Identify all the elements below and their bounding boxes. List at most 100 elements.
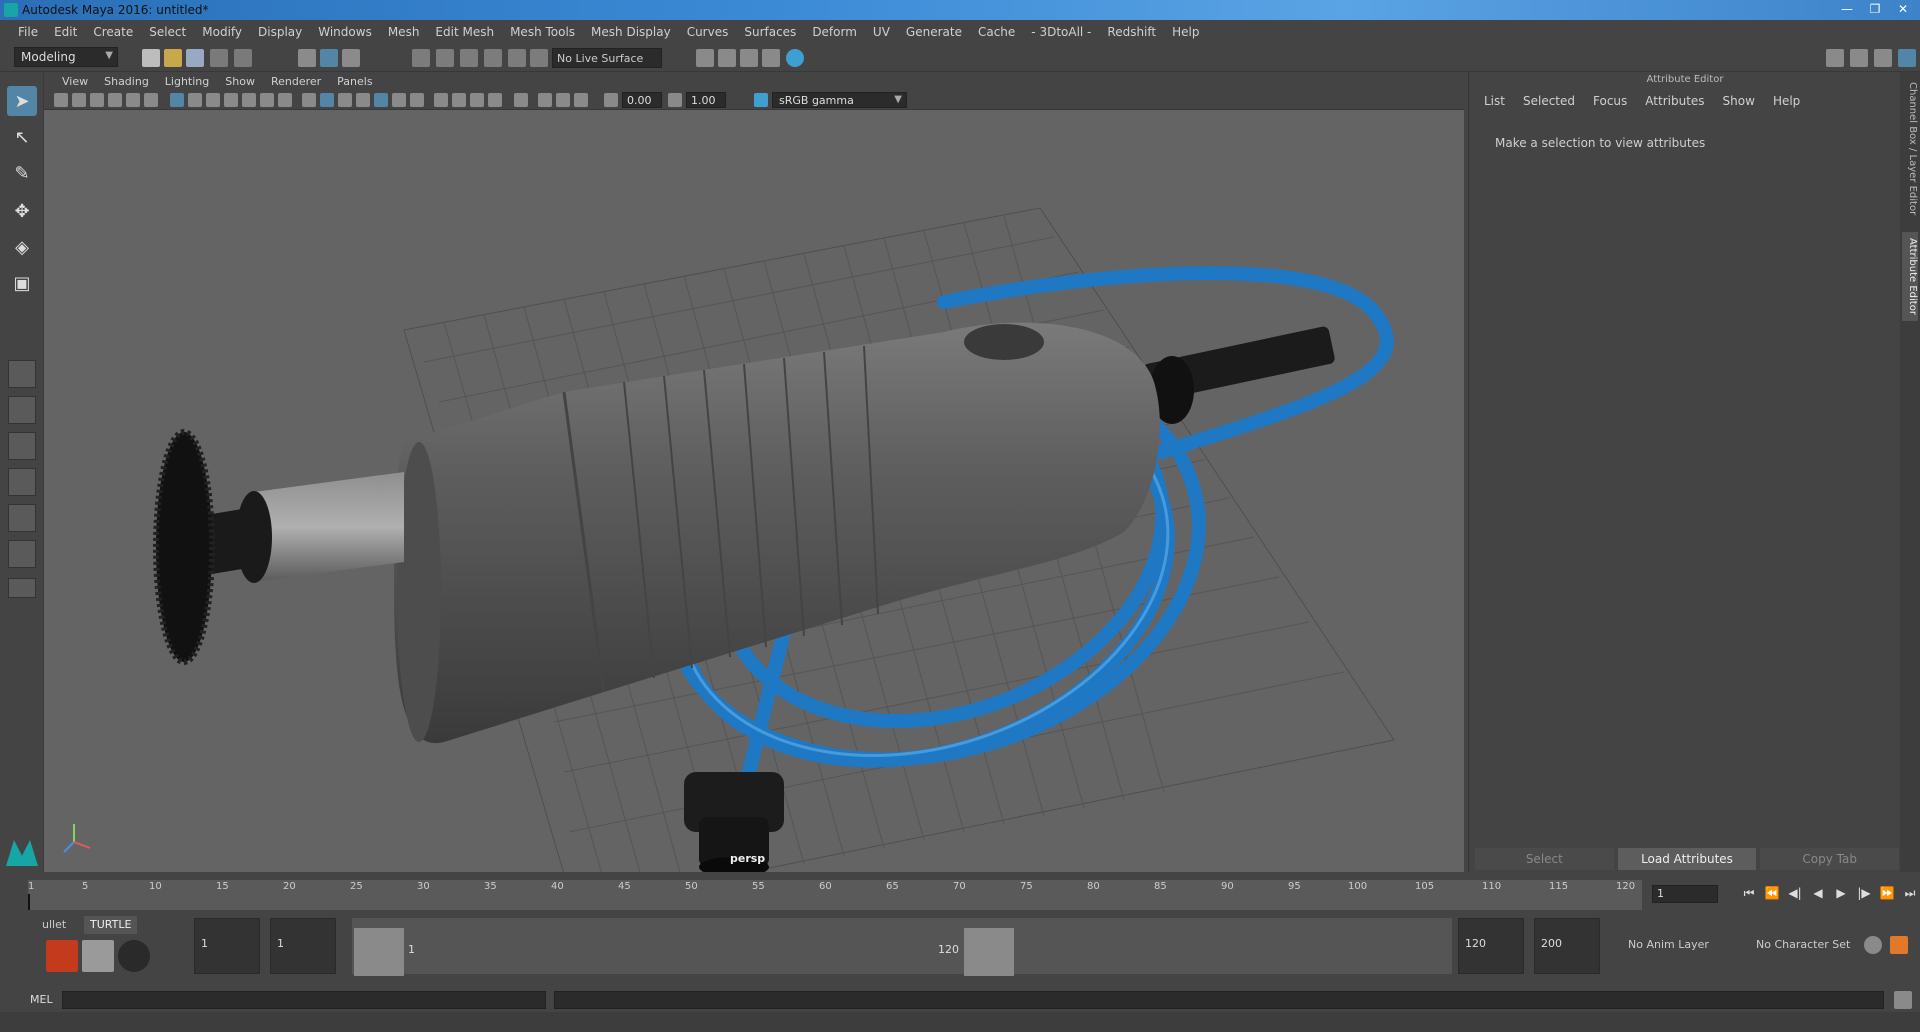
playback-start-field[interactable]: 1 bbox=[270, 918, 336, 974]
wireframe-icon[interactable] bbox=[302, 93, 316, 107]
outliner-icon[interactable] bbox=[1874, 49, 1892, 67]
persp-graph-layout-icon[interactable] bbox=[8, 468, 36, 496]
character-set-dropdown[interactable]: No Character Set bbox=[1750, 918, 1860, 974]
workspace-icon[interactable] bbox=[1826, 49, 1844, 67]
shelf-tab-bullet[interactable]: ullet bbox=[36, 916, 72, 934]
viewport-persp[interactable] bbox=[44, 72, 1464, 872]
motion-blur-icon[interactable] bbox=[470, 93, 484, 107]
menu-mesh-tools[interactable]: Mesh Tools bbox=[502, 25, 583, 39]
four-view-layout-icon[interactable] bbox=[8, 396, 36, 424]
channel-box-tab[interactable]: Channel Box / Layer Editor bbox=[1902, 82, 1918, 215]
turtle-shader-icon[interactable] bbox=[118, 940, 150, 972]
ae-menu-help[interactable]: Help bbox=[1764, 94, 1809, 114]
playback-end-field[interactable]: 120 bbox=[1458, 918, 1524, 974]
menu-3dtoall[interactable]: - 3DtoAll - bbox=[1023, 25, 1099, 39]
open-scene-icon[interactable] bbox=[164, 49, 182, 67]
use-all-lights-icon[interactable] bbox=[392, 93, 406, 107]
smooth-shade-icon[interactable] bbox=[320, 93, 334, 107]
exposure-field[interactable]: 0.00 bbox=[622, 92, 662, 108]
persp-uv-layout-icon[interactable] bbox=[8, 540, 36, 568]
menu-set-dropdown[interactable]: Modeling ▼ bbox=[14, 47, 118, 67]
menu-uv[interactable]: UV bbox=[865, 25, 898, 39]
ae-menu-focus[interactable]: Focus bbox=[1584, 94, 1636, 114]
exposure-icon[interactable] bbox=[604, 93, 618, 107]
menu-generate[interactable]: Generate bbox=[898, 25, 970, 39]
bookmark-icon[interactable] bbox=[90, 93, 104, 107]
color-management-icon[interactable] bbox=[754, 93, 768, 107]
render-settings-icon[interactable] bbox=[696, 49, 714, 67]
layout-more-icon[interactable] bbox=[8, 578, 36, 598]
image-plane-icon[interactable] bbox=[108, 93, 122, 107]
range-start-handle[interactable] bbox=[354, 928, 404, 976]
live-surface-field[interactable]: No Live Surface bbox=[552, 48, 662, 68]
move-tool-icon[interactable]: ✥ bbox=[7, 196, 37, 226]
menu-mesh-display[interactable]: Mesh Display bbox=[583, 25, 679, 39]
hud-icon[interactable] bbox=[556, 93, 570, 107]
textured-icon[interactable] bbox=[356, 93, 370, 107]
attribute-editor-tab[interactable]: Attribute Editor bbox=[1902, 232, 1918, 321]
gamma-field[interactable]: 1.00 bbox=[686, 92, 726, 108]
play-forwards-icon[interactable]: ▶ bbox=[1832, 884, 1850, 902]
panel-menu-show[interactable]: Show bbox=[217, 75, 263, 88]
ipr-render-icon[interactable] bbox=[740, 49, 758, 67]
step-forward-frame-icon[interactable]: |▶ bbox=[1855, 884, 1873, 902]
panel-menu-lighting[interactable]: Lighting bbox=[157, 75, 217, 88]
persp-outliner-layout-icon[interactable] bbox=[8, 432, 36, 460]
scale-tool-icon[interactable]: ▣ bbox=[7, 268, 37, 298]
menu-edit-mesh[interactable]: Edit Mesh bbox=[427, 25, 502, 39]
menu-mesh[interactable]: Mesh bbox=[380, 25, 428, 39]
modeling-toolkit-icon[interactable] bbox=[1850, 49, 1868, 67]
lasso-tool-icon[interactable]: ↖ bbox=[7, 122, 37, 152]
menu-cache[interactable]: Cache bbox=[970, 25, 1023, 39]
menu-display[interactable]: Display bbox=[250, 25, 310, 39]
step-back-key-icon[interactable]: ⏪ bbox=[1763, 884, 1781, 902]
panel-menu-shading[interactable]: Shading bbox=[96, 75, 157, 88]
camera-attributes-icon[interactable] bbox=[72, 93, 86, 107]
command-language-label[interactable]: MEL bbox=[30, 993, 53, 1006]
go-to-end-icon[interactable]: ⏭ bbox=[1901, 884, 1919, 902]
redo-icon[interactable] bbox=[234, 49, 252, 67]
gate-mask-icon[interactable] bbox=[224, 93, 238, 107]
single-view-layout-icon[interactable] bbox=[8, 360, 36, 388]
two-d-pan-zoom-icon[interactable] bbox=[126, 93, 140, 107]
select-camera-icon[interactable] bbox=[54, 93, 68, 107]
isolate-select-icon[interactable] bbox=[514, 93, 528, 107]
film-gate-icon[interactable] bbox=[188, 93, 202, 107]
menu-modify[interactable]: Modify bbox=[194, 25, 250, 39]
menu-deform[interactable]: Deform bbox=[804, 25, 865, 39]
channel-box-icon[interactable] bbox=[1898, 49, 1916, 67]
script-editor-icon[interactable] bbox=[1894, 991, 1912, 1009]
close-button[interactable]: ✕ bbox=[1892, 1, 1914, 17]
ae-menu-list[interactable]: List bbox=[1475, 94, 1514, 114]
ae-menu-selected[interactable]: Selected bbox=[1514, 94, 1584, 114]
menu-select[interactable]: Select bbox=[141, 25, 194, 39]
wireframe-on-shaded-icon[interactable] bbox=[374, 93, 388, 107]
ae-select-button[interactable]: Select bbox=[1475, 848, 1614, 870]
step-back-frame-icon[interactable]: ◀| bbox=[1786, 884, 1804, 902]
render-current-icon[interactable] bbox=[718, 49, 736, 67]
current-frame-field[interactable]: 1 bbox=[1652, 885, 1718, 903]
make-live-icon[interactable] bbox=[508, 49, 526, 67]
menu-create[interactable]: Create bbox=[85, 25, 141, 39]
menu-edit[interactable]: Edit bbox=[46, 25, 85, 39]
select-component-icon[interactable] bbox=[342, 49, 360, 67]
depth-of-field-icon[interactable] bbox=[538, 93, 552, 107]
menu-surfaces[interactable]: Surfaces bbox=[736, 25, 804, 39]
copy-tab-button[interactable]: Copy Tab bbox=[1760, 848, 1900, 870]
anti-aliasing-icon[interactable] bbox=[488, 93, 502, 107]
panel-menu-renderer[interactable]: Renderer bbox=[263, 75, 329, 88]
snap-curve-icon[interactable] bbox=[436, 49, 454, 67]
undo-icon[interactable] bbox=[210, 49, 228, 67]
menu-file[interactable]: File bbox=[10, 25, 46, 39]
ae-menu-show[interactable]: Show bbox=[1714, 94, 1764, 114]
hypershade-icon[interactable] bbox=[786, 49, 804, 67]
range-end-handle[interactable] bbox=[964, 928, 1014, 976]
snap-surface-icon[interactable] bbox=[530, 49, 548, 67]
turtle-bake-icon[interactable] bbox=[82, 940, 114, 972]
auto-key-icon[interactable] bbox=[1864, 936, 1882, 954]
menu-curves[interactable]: Curves bbox=[679, 25, 737, 39]
load-attributes-button[interactable]: Load Attributes bbox=[1617, 848, 1757, 870]
select-object-icon[interactable] bbox=[320, 49, 338, 67]
xray-icon[interactable] bbox=[410, 93, 424, 107]
ambient-occlusion-icon[interactable] bbox=[452, 93, 466, 107]
